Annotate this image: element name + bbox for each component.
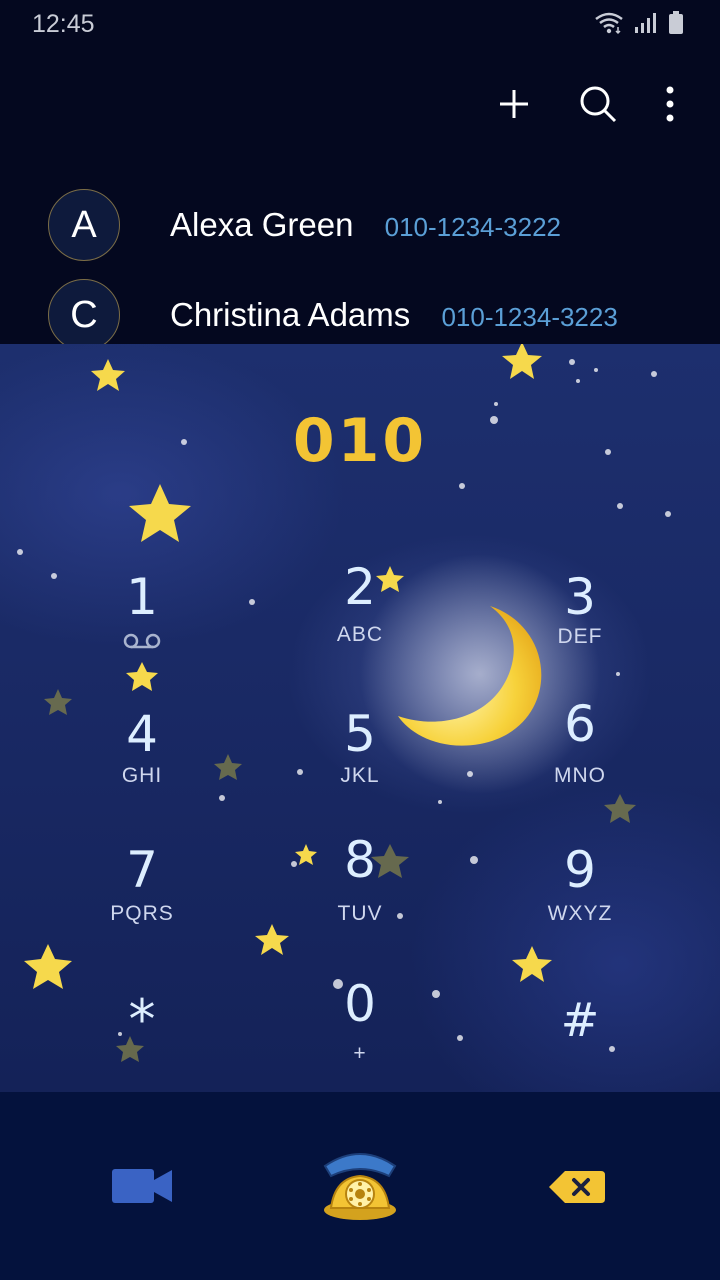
call-button[interactable] (314, 1146, 406, 1226)
key-digit: 9 (564, 841, 596, 899)
signal-icon (635, 13, 656, 33)
key-digit: 1 (126, 568, 158, 626)
plus-icon (500, 90, 528, 118)
bottom-action-bar (0, 1092, 720, 1280)
key-letters: GHI (121, 764, 163, 787)
key-digit: 3 (564, 568, 596, 626)
dial-key-6[interactable]: 6 MNO (480, 696, 680, 816)
backspace-button[interactable] (542, 1162, 612, 1212)
key-letters: TUV (337, 902, 383, 925)
add-contact-button[interactable] (492, 82, 536, 126)
key-digit: 5 (344, 705, 376, 763)
key-digit: 2 (344, 558, 376, 616)
key-digit: 7 (126, 841, 158, 899)
avatar: C (48, 279, 120, 351)
dial-key-2[interactable]: 2 ABC (260, 559, 460, 679)
star-icon (91, 359, 125, 391)
search-icon (580, 86, 617, 123)
key-letters: WXYZ (547, 902, 613, 925)
key-letters: ABC (336, 623, 384, 646)
dial-key-0[interactable]: 0 + (260, 976, 460, 1092)
key-letters: JKL (340, 764, 380, 787)
dial-key-8[interactable]: 8 TUV (260, 832, 460, 952)
entered-number-display: 010 (292, 406, 428, 476)
dial-key-star[interactable]: * (42, 992, 242, 1092)
contact-row[interactable]: A Alexa Green 010-1234-3222 (0, 180, 720, 270)
star-icon (129, 484, 191, 542)
search-button[interactable] (576, 82, 620, 126)
dial-key-9[interactable]: 9 WXYZ (480, 842, 680, 962)
status-bar: 12:45 (0, 0, 720, 50)
contact-number: 010-1234-3222 (384, 212, 561, 242)
key-digit: 8 (344, 831, 376, 889)
key-digit: 4 (126, 705, 158, 763)
contact-name: Christina Adams 010-1234-3223 (170, 296, 618, 334)
video-call-button[interactable] (104, 1158, 180, 1214)
contact-name-text: Christina Adams (170, 296, 411, 333)
key-letters: DEF (557, 625, 603, 648)
status-icons (594, 11, 684, 35)
backspace-icon (549, 1171, 605, 1203)
voicemail-icon (123, 633, 161, 649)
avatar: A (48, 189, 120, 261)
key-digit: 6 (564, 695, 596, 753)
key-digit: * (128, 988, 156, 1051)
contact-name: Alexa Green 010-1234-3222 (170, 206, 561, 244)
key-digit: 0 (344, 975, 376, 1033)
contact-name-text: Alexa Green (170, 206, 354, 243)
dial-key-7[interactable]: 7 PQRS (42, 842, 242, 962)
contact-number: 010-1234-3223 (441, 302, 618, 332)
dial-key-3[interactable]: 3 DEF (480, 569, 680, 689)
dial-key-5[interactable]: 5 JKL (260, 706, 460, 826)
dial-key-1[interactable]: 1 (42, 569, 242, 689)
key-digit: # (560, 993, 600, 1047)
more-vert-icon (666, 86, 674, 122)
video-camera-icon (112, 1169, 172, 1203)
key-letters: MNO (554, 764, 606, 787)
more-options-button[interactable] (660, 82, 680, 126)
dial-key-hash[interactable]: # (480, 992, 680, 1092)
star-icon (502, 344, 542, 379)
retro-telephone-icon (323, 1153, 397, 1220)
key-letters: PQRS (110, 902, 174, 925)
top-actions (492, 82, 680, 126)
battery-icon (669, 11, 683, 34)
wifi-icon (595, 12, 623, 35)
status-time: 12:45 (32, 10, 95, 38)
dial-key-4[interactable]: 4 GHI (42, 706, 242, 826)
contact-suggestion-list: A Alexa Green 010-1234-3222 C Christina … (0, 180, 720, 360)
key-letters: + (353, 1042, 367, 1065)
dialer-panel: 010 1 2 ABC 3 DEF 4 GHI 5 JKL 6 MNO 7 PQ… (0, 344, 720, 1092)
